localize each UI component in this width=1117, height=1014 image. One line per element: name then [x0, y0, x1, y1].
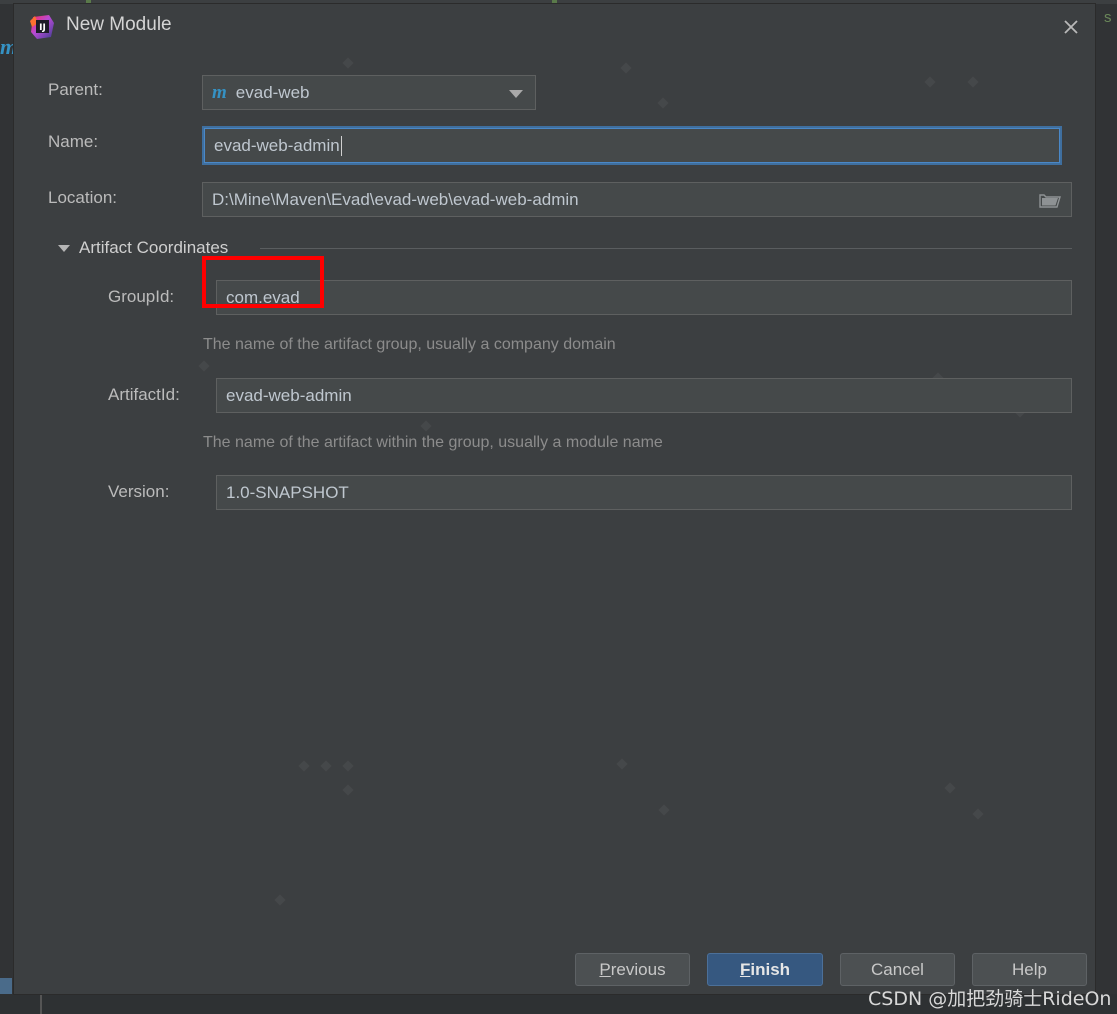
watermark-text: CSDN @加把劲骑士RideOn — [868, 988, 1112, 1010]
decorative-diamond — [620, 62, 632, 74]
help-button[interactable]: Help — [972, 953, 1087, 986]
chevron-down-icon[interactable] — [509, 89, 523, 98]
artifact-id-input[interactable]: evad-web-admin — [216, 378, 1072, 413]
decorative-diamond — [967, 76, 979, 88]
location-input[interactable]: D:\Mine\Maven\Evad\evad-web\evad-web-adm… — [202, 182, 1072, 217]
text-caret — [340, 135, 342, 156]
version-value: 1.0-SNAPSHOT — [226, 482, 349, 502]
svg-text:IJ: IJ — [39, 23, 46, 33]
finish-button[interactable]: Finish — [707, 953, 823, 986]
previous-button-label: revious — [610, 959, 666, 979]
finish-button-label: inish — [750, 959, 791, 979]
decorative-diamond — [972, 808, 984, 820]
previous-button[interactable]: Previous — [575, 953, 690, 986]
folder-icon[interactable] — [1039, 191, 1061, 214]
help-button-label: Help — [1012, 959, 1047, 979]
cancel-button[interactable]: Cancel — [840, 953, 955, 986]
parent-value: evad-web — [235, 82, 310, 102]
decorative-diamond — [420, 420, 432, 432]
decorative-diamond — [342, 760, 354, 772]
location-value: D:\Mine\Maven\Evad\evad-web\evad-web-adm… — [212, 189, 579, 209]
artifact-coordinates-title: Artifact Coordinates — [79, 238, 229, 257]
decorative-diamond — [298, 760, 310, 772]
backdrop-status-divider — [40, 994, 42, 1014]
decorative-diamond — [320, 760, 332, 772]
decorative-diamond — [342, 57, 354, 69]
group-id-value: com.evad — [226, 287, 300, 307]
dialog-title: New Module — [66, 14, 172, 35]
decorative-diamond — [924, 76, 936, 88]
artifact-id-label: ArtifactId: — [108, 385, 180, 404]
new-module-dialog: IJ New Module Parent: m evad-web Name: e… — [14, 4, 1095, 994]
name-value: evad-web-admin — [214, 135, 340, 155]
decorative-diamond — [658, 804, 670, 816]
close-icon[interactable] — [1056, 12, 1086, 42]
group-id-input[interactable]: com.evad — [216, 280, 1072, 315]
artifact-id-value: evad-web-admin — [226, 385, 352, 405]
editor-text-background: s — [1104, 9, 1112, 26]
version-label: Version: — [108, 482, 170, 501]
name-label: Name: — [48, 132, 99, 151]
decorative-diamond — [274, 894, 286, 906]
decorative-diamond — [342, 784, 354, 796]
decorative-diamond — [616, 758, 628, 770]
artifact-coordinates-toggle[interactable]: Artifact Coordinates — [58, 238, 228, 258]
maven-module-icon: m — [212, 81, 227, 103]
group-id-hint: The name of the artifact group, usually … — [203, 336, 616, 353]
cancel-button-label: Cancel — [871, 959, 924, 979]
version-input[interactable]: 1.0-SNAPSHOT — [216, 475, 1072, 510]
decorative-diamond — [944, 782, 956, 794]
dialog-title-bar: IJ New Module — [14, 4, 1095, 50]
parent-select[interactable]: m evad-web — [202, 75, 536, 110]
finish-button-mnemonic: F — [739, 959, 751, 979]
decorative-diamond — [198, 360, 210, 372]
triangle-down-icon — [58, 244, 70, 252]
intellij-idea-icon: IJ — [29, 14, 55, 40]
name-input[interactable]: evad-web-admin — [202, 126, 1062, 165]
decorative-diamond — [657, 97, 669, 109]
parent-label: Parent: — [48, 80, 103, 99]
location-label: Location: — [48, 188, 117, 207]
section-divider — [260, 248, 1072, 249]
group-id-label: GroupId: — [108, 287, 175, 306]
artifact-id-hint: The name of the artifact within the grou… — [203, 434, 663, 451]
previous-button-mnemonic: P — [599, 959, 611, 979]
